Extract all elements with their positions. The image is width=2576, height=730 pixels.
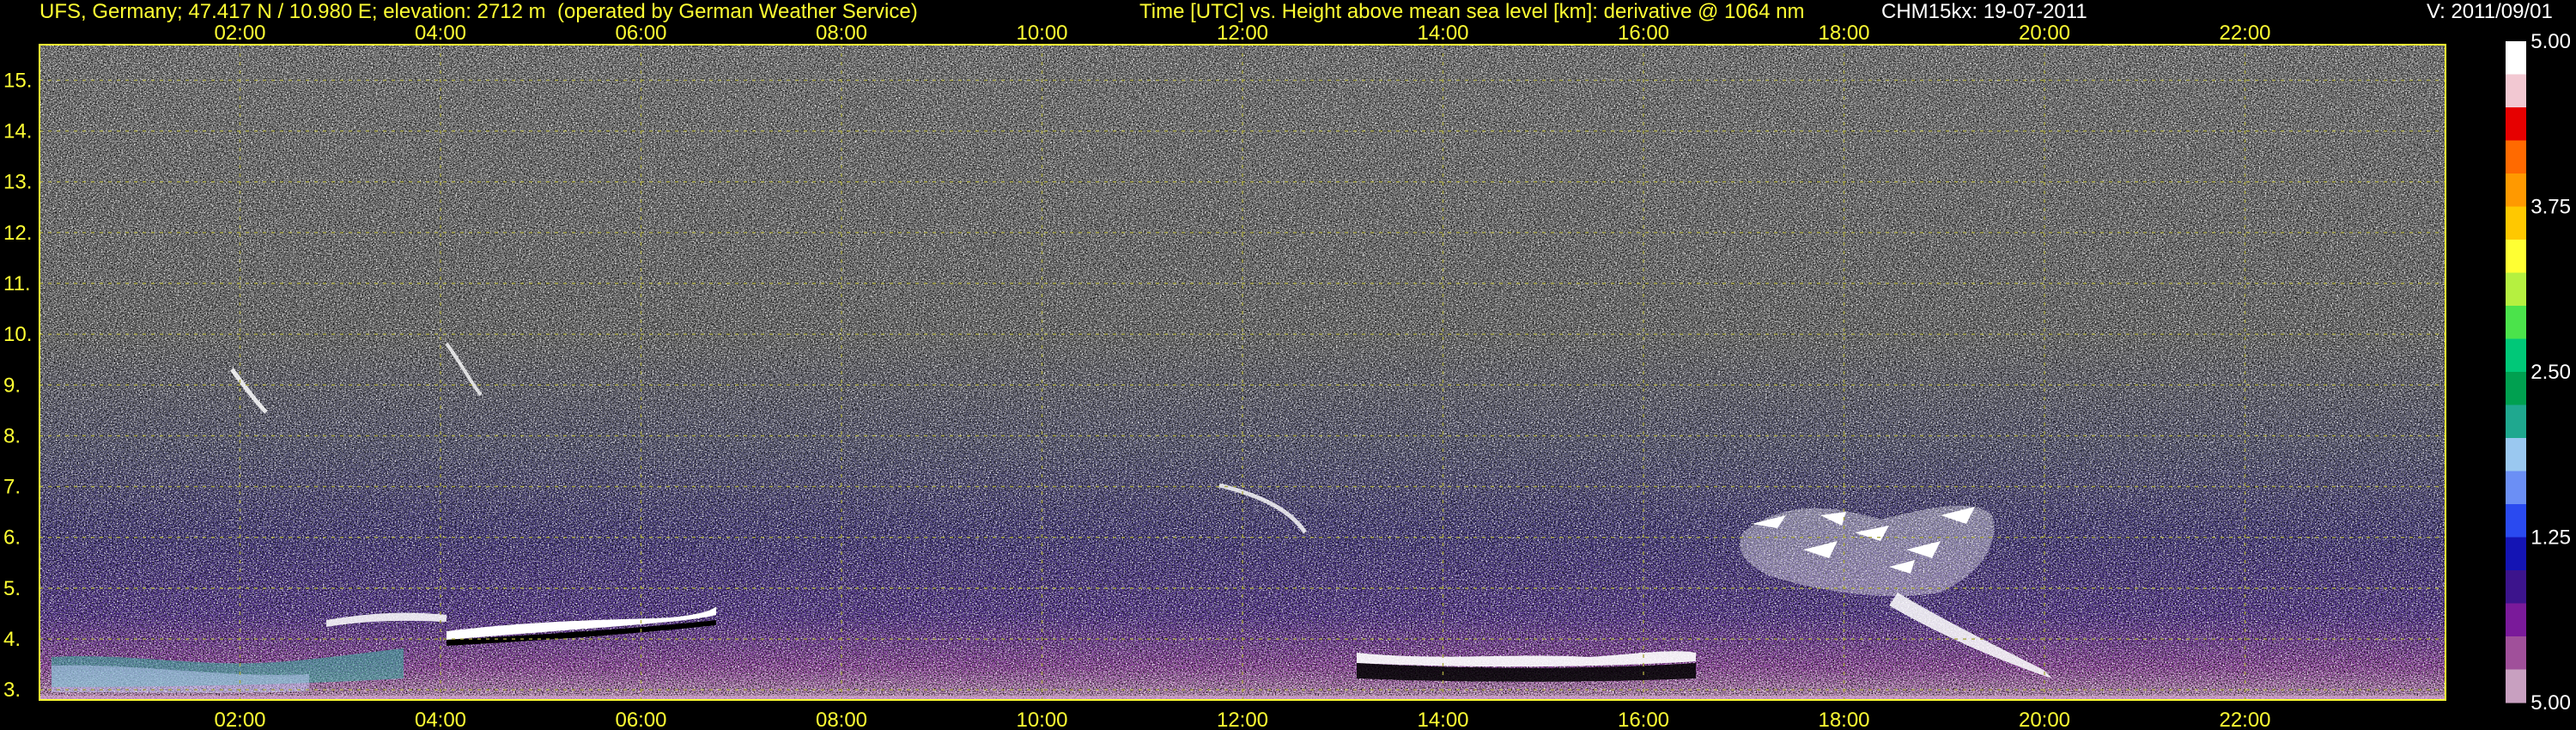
- y-tick-label: 12.: [3, 222, 32, 245]
- colorbar-segment: [2506, 206, 2526, 240]
- y-axis: 3. 4. 5. 6. 7. 8. 9. 10. 11. 12. 13. 14. 15.: [3, 69, 32, 702]
- colorbar-segment: [2506, 140, 2526, 174]
- y-tick-label: 5.: [3, 577, 21, 600]
- colorbar-segment: [2506, 306, 2526, 340]
- ceilometer-chart: 02:00 04:00 06:00 08:00 10:00 12:00 14:00 16:00…: [3, 21, 2571, 730]
- y-tick-label: 4.: [3, 628, 21, 651]
- x-tick-label-top: 16:00: [1618, 21, 1669, 45]
- colorbar-segment: [2506, 107, 2526, 142]
- x-tick-label-bottom: 02:00: [214, 709, 265, 730]
- x-tick-label-top: 18:00: [1818, 21, 1869, 45]
- y-tick-label: 11.: [3, 272, 31, 295]
- y-tick-label: 13.: [3, 171, 32, 194]
- colorbar-tick-label: 1.25: [2530, 526, 2571, 550]
- x-tick-label-top: 12:00: [1217, 21, 1268, 45]
- colorbar-segment: [2506, 272, 2526, 307]
- x-tick-label-top: 14:00: [1417, 21, 1468, 45]
- x-tick-label-top: 10:00: [1016, 21, 1067, 45]
- x-tick-label-bottom: 14:00: [1417, 709, 1468, 730]
- x-tick-label-bottom: 10:00: [1016, 709, 1067, 730]
- colorbar-segment: [2506, 41, 2526, 76]
- colorbar-segment: [2506, 537, 2526, 571]
- colorbar-tick-label: 2.50: [2530, 361, 2571, 384]
- colorbar-segment: [2506, 240, 2526, 274]
- x-tick-label-bottom: 18:00: [1818, 709, 1869, 730]
- y-tick-label: 7.: [3, 476, 21, 499]
- colorbar-segment: [2506, 603, 2526, 637]
- colorbar-tick-label: 5.00: [2530, 691, 2571, 715]
- x-tick-label-top: 20:00: [2019, 21, 2070, 45]
- x-axis-top: 02:00 04:00 06:00 08:00 10:00 12:00 14:00 16:00…: [214, 21, 2270, 45]
- x-tick-label-top: 22:00: [2219, 21, 2270, 45]
- colorbar-segment: [2506, 338, 2526, 373]
- colorbar-ticks: 5.00 3.75 2.50 1.25 5.00: [2530, 30, 2571, 715]
- colorbar-segment: [2506, 570, 2526, 605]
- x-tick-label-top: 06:00: [615, 21, 666, 45]
- colorbar-segment: [2506, 173, 2526, 208]
- colorbar-segment: [2506, 438, 2526, 472]
- colorbar-segment: [2506, 504, 2526, 538]
- colorbar-segment: [2506, 669, 2526, 703]
- colorbar: [2506, 41, 2526, 703]
- x-tick-label-top: 02:00: [214, 21, 265, 45]
- y-tick-label: 8.: [3, 424, 21, 447]
- x-tick-label-bottom: 20:00: [2019, 709, 2070, 730]
- y-tick-label: 14.: [3, 120, 32, 143]
- y-tick-label: 6.: [3, 526, 21, 550]
- x-tick-label-bottom: 22:00: [2219, 709, 2270, 730]
- y-tick-label: 15.: [3, 69, 32, 92]
- colorbar-tick-label: 5.00: [2530, 30, 2571, 53]
- x-tick-label-bottom: 16:00: [1618, 709, 1669, 730]
- y-tick-label: 10.: [3, 323, 32, 346]
- y-tick-label: 3.: [3, 678, 21, 702]
- y-tick-label: 9.: [3, 374, 21, 397]
- x-tick-label-top: 04:00: [415, 21, 466, 45]
- x-tick-label-bottom: 06:00: [615, 709, 666, 730]
- colorbar-segment: [2506, 372, 2526, 406]
- x-tick-label-top: 08:00: [816, 21, 867, 45]
- colorbar-segment: [2506, 636, 2526, 671]
- colorbar-segment: [2506, 74, 2526, 108]
- x-tick-label-bottom: 12:00: [1217, 709, 1268, 730]
- colorbar-tick-label: 3.75: [2530, 196, 2571, 219]
- x-axis-bottom: 02:00 04:00 06:00 08:00 10:00 12:00 14:00 16:00…: [214, 709, 2270, 730]
- colorbar-segment: [2506, 405, 2526, 439]
- colorbar-segment: [2506, 471, 2526, 505]
- x-tick-label-bottom: 04:00: [415, 709, 466, 730]
- x-tick-label-bottom: 08:00: [816, 709, 867, 730]
